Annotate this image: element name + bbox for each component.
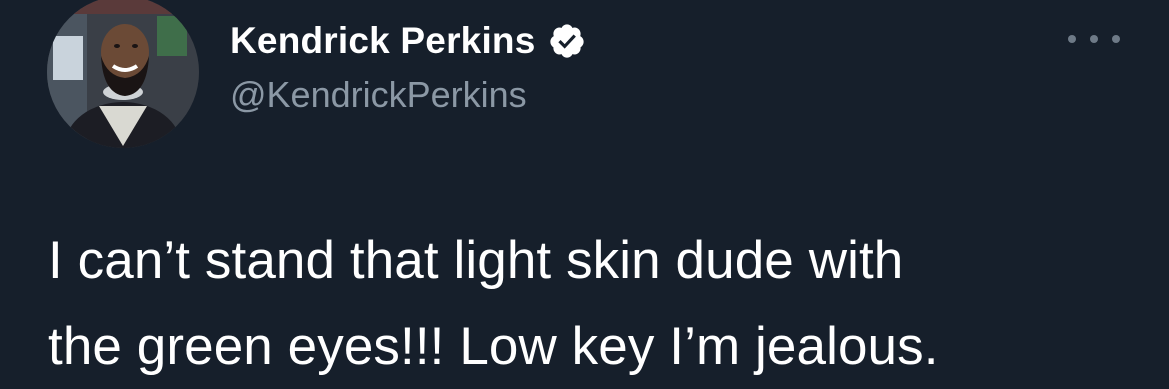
avatar[interactable] — [47, 0, 199, 148]
more-options-button[interactable] — [1068, 26, 1120, 52]
ellipsis-icon — [1068, 35, 1076, 43]
tweet-card: Kendrick Perkins @KendrickPerkins I can’… — [0, 0, 1169, 389]
avatar-portrait-icon — [47, 0, 199, 148]
author-handle[interactable]: @KendrickPerkins — [230, 74, 527, 116]
ellipsis-icon — [1112, 35, 1120, 43]
ellipsis-icon — [1090, 35, 1098, 43]
tweet-text-line: the green eyes!!! Low key I’m jealous. — [48, 317, 939, 376]
tweet-text: I can’t stand that light skin dude with … — [48, 218, 1148, 389]
display-name[interactable]: Kendrick Perkins — [230, 20, 536, 62]
author-name-row: Kendrick Perkins — [230, 18, 586, 64]
verified-badge-icon — [549, 24, 584, 58]
tweet-text-line: I can’t stand that light skin dude with — [48, 231, 904, 290]
